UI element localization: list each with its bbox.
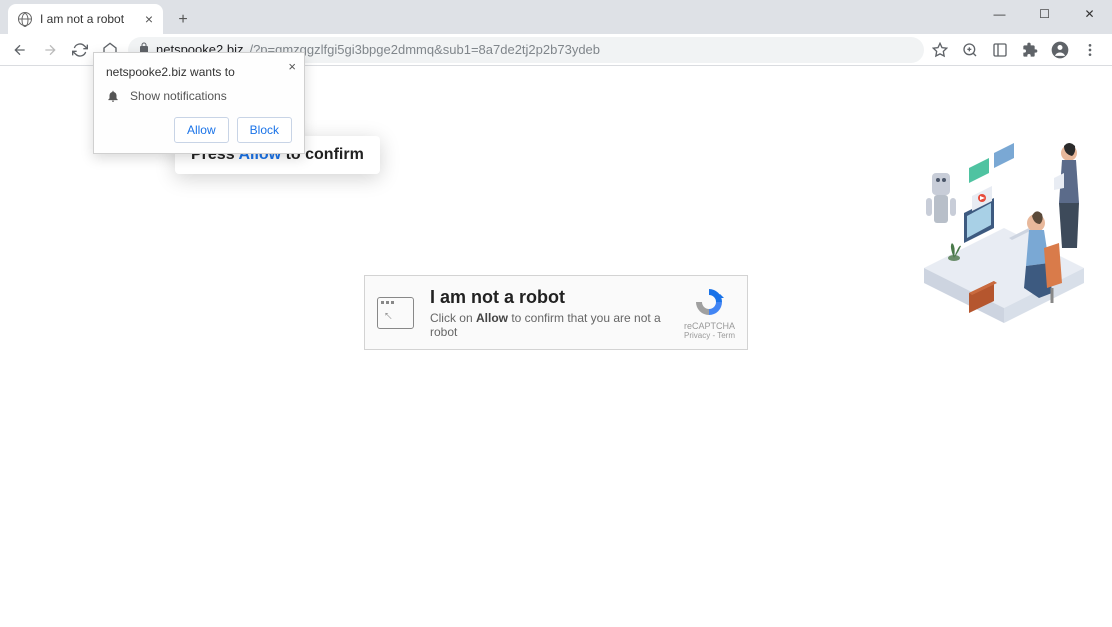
zoom-icon[interactable]	[960, 40, 980, 60]
dialog-buttons: Allow Block	[106, 117, 292, 143]
recaptcha-icon	[693, 286, 725, 318]
captcha-text: I am not a robot Click on Allow to confi…	[430, 287, 684, 339]
recaptcha-label: reCAPTCHA	[684, 321, 735, 331]
profile-icon[interactable]	[1050, 40, 1070, 60]
star-icon[interactable]	[930, 40, 950, 60]
extensions-icon[interactable]	[1020, 40, 1040, 60]
dialog-close-button[interactable]: ×	[288, 59, 296, 74]
captcha-window-icon: ↑	[377, 297, 414, 329]
captcha-line-pre: Click on	[430, 311, 476, 325]
captcha-line-bold: Allow	[476, 311, 508, 325]
toolbar-right	[930, 40, 1104, 60]
fake-captcha-box: ↑ I am not a robot Click on Allow to con…	[364, 275, 748, 350]
office-illustration	[914, 118, 1094, 333]
recaptcha-links: Privacy - Term	[684, 331, 735, 340]
translate-icon[interactable]	[990, 40, 1010, 60]
terms-link[interactable]: Term	[717, 331, 735, 340]
block-button[interactable]: Block	[237, 117, 292, 143]
captcha-line: Click on Allow to confirm that you are n…	[430, 311, 684, 339]
window-controls: — ☐ ✕	[977, 0, 1112, 28]
dialog-notification-label: Show notifications	[130, 89, 227, 103]
close-window-button[interactable]: ✕	[1067, 0, 1112, 28]
new-tab-button[interactable]: +	[169, 6, 197, 34]
dialog-title: netspooke2.biz wants to	[106, 65, 292, 79]
close-tab-button[interactable]: ×	[145, 11, 153, 27]
tab-title: I am not a robot	[40, 12, 124, 26]
back-button[interactable]	[8, 38, 32, 62]
notification-permission-dialog: × netspooke2.biz wants to Show notificat…	[93, 52, 305, 154]
globe-icon	[18, 12, 32, 26]
maximize-button[interactable]: ☐	[1022, 0, 1067, 28]
forward-button[interactable]	[38, 38, 62, 62]
reload-button[interactable]	[68, 38, 92, 62]
menu-icon[interactable]	[1080, 40, 1100, 60]
privacy-link[interactable]: Privacy	[684, 331, 710, 340]
dialog-row: Show notifications	[106, 89, 292, 103]
recaptcha-badge: reCAPTCHA Privacy - Term	[684, 286, 735, 340]
browser-tab[interactable]: I am not a robot ×	[8, 4, 163, 34]
bell-icon	[106, 89, 120, 103]
tab-bar: I am not a robot × +	[0, 0, 1112, 34]
minimize-button[interactable]: —	[977, 0, 1022, 28]
arrow-icon: ↑	[379, 306, 395, 322]
allow-button[interactable]: Allow	[174, 117, 229, 143]
captcha-heading: I am not a robot	[430, 287, 684, 308]
